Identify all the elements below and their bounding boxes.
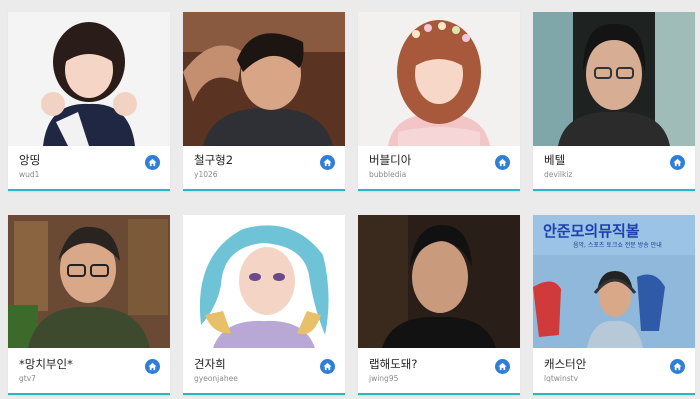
streamer-grid: 앙띵 wud1 철구형2 y1026 버블디아 bubbledia 베텔 dev… [0,0,700,399]
card-info: 버블디아 bubbledia [358,144,520,191]
home-icon[interactable] [670,155,685,170]
streamer-thumbnail[interactable] [358,215,520,348]
streamer-card[interactable]: 안준모의뮤직볼 음악, 스포츠 토크쇼 전문 방송 안내 캐스터안 lqtwin… [533,215,695,395]
card-info: 앙띵 wud1 [8,144,170,191]
streamer-id: gtv7 [19,374,36,383]
streamer-id: y1026 [194,170,218,179]
home-icon[interactable] [495,155,510,170]
home-icon[interactable] [670,359,685,374]
card-info: *망치부인* gtv7 [8,348,170,395]
streamer-name[interactable]: 베텔 [544,152,565,168]
streamer-thumbnail[interactable] [8,215,170,348]
streamer-name[interactable]: 캐스터안 [544,356,586,372]
streamer-id: wud1 [19,170,40,179]
streamer-name[interactable]: 버블디아 [369,152,411,168]
streamer-card[interactable]: 랩해도돼? jwing95 [358,215,520,395]
streamer-id: bubbledia [369,170,407,179]
streamer-name[interactable]: 앙띵 [19,152,40,168]
streamer-card[interactable]: 철구형2 y1026 [183,12,345,191]
streamer-thumbnail[interactable] [358,12,520,146]
streamer-id: jwing95 [369,374,399,383]
streamer-card[interactable]: 버블디아 bubbledia [358,12,520,191]
card-info: 철구형2 y1026 [183,144,345,191]
streamer-thumbnail[interactable] [533,12,695,146]
streamer-id: devilkiz [544,170,573,179]
streamer-thumbnail[interactable]: 안준모의뮤직볼 음악, 스포츠 토크쇼 전문 방송 안내 [533,215,695,348]
card-info: 캐스터안 lqtwinstv [533,348,695,395]
streamer-name[interactable]: 견자희 [194,356,226,372]
home-icon[interactable] [320,359,335,374]
card-info: 견자희 gyeonjahee [183,348,345,395]
streamer-thumbnail[interactable] [183,12,345,146]
streamer-id: gyeonjahee [194,374,238,383]
streamer-name[interactable]: *망치부인* [19,356,73,372]
streamer-card[interactable]: 앙띵 wud1 [8,12,170,191]
streamer-name[interactable]: 랩해도돼? [369,356,417,372]
streamer-card[interactable]: 베텔 devilkiz [533,12,695,191]
streamer-thumbnail[interactable] [183,215,345,348]
streamer-thumbnail[interactable] [8,12,170,146]
streamer-card[interactable]: *망치부인* gtv7 [8,215,170,395]
card-info: 랩해도돼? jwing95 [358,348,520,395]
home-icon[interactable] [495,359,510,374]
streamer-card[interactable]: 견자희 gyeonjahee [183,215,345,395]
home-icon[interactable] [145,155,160,170]
streamer-id: lqtwinstv [544,374,579,383]
streamer-name[interactable]: 철구형2 [194,152,233,168]
home-icon[interactable] [145,359,160,374]
home-icon[interactable] [320,155,335,170]
card-info: 베텔 devilkiz [533,144,695,191]
